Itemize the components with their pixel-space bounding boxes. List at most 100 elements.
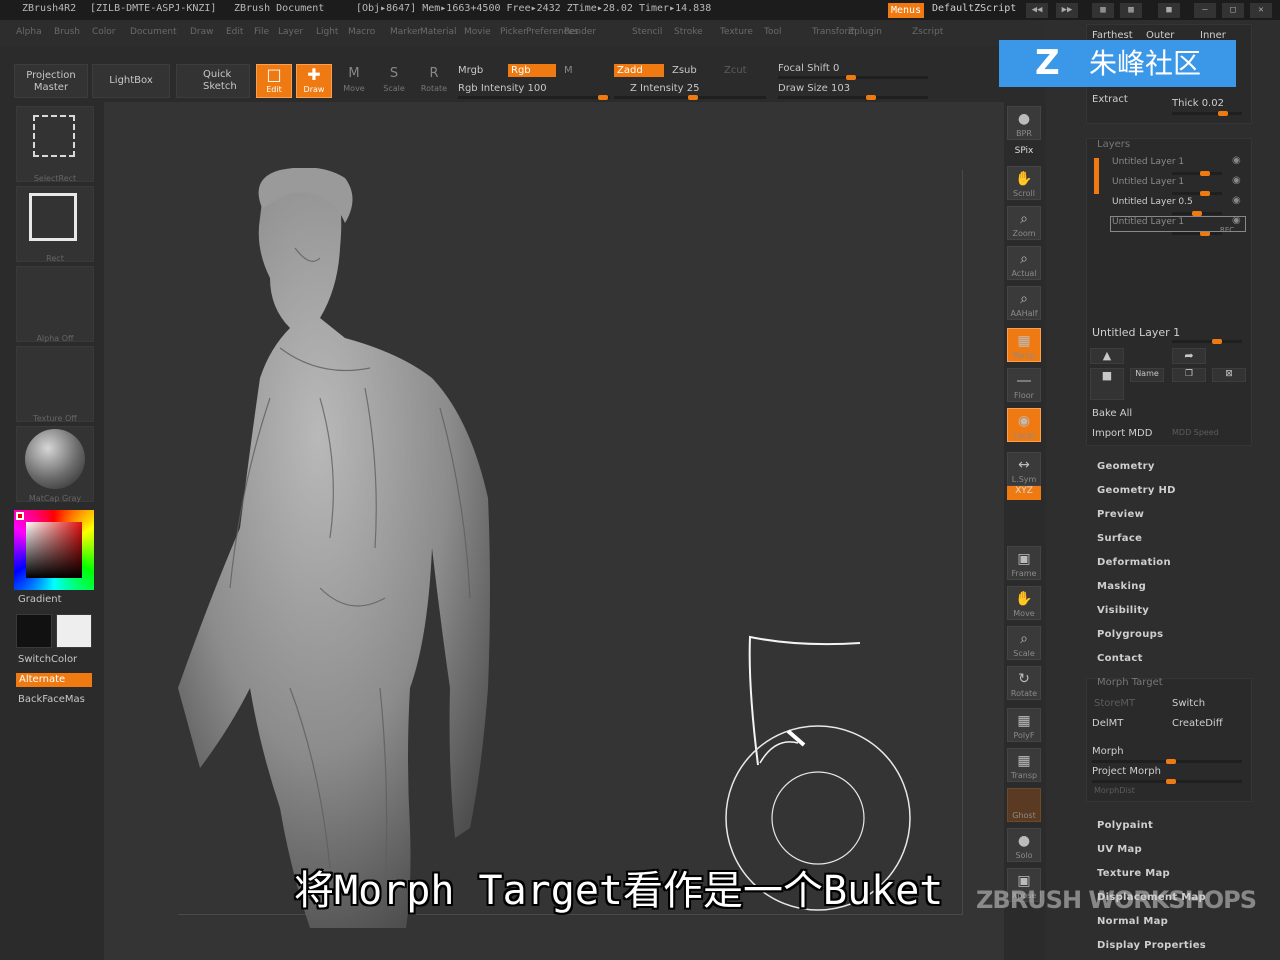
layer-strength-slider[interactable] xyxy=(1172,231,1222,236)
main-color-swatch[interactable] xyxy=(16,614,52,648)
draw-button[interactable]: ✚ Draw xyxy=(296,64,332,98)
layer-row[interactable]: Untitled Layer 0.5 xyxy=(1112,197,1193,207)
shelf-spix-button[interactable]: SPix xyxy=(1007,146,1041,162)
shelf-solo-button[interactable]: ● Solo xyxy=(1007,828,1041,862)
layer-row[interactable]: Untitled Layer 1 xyxy=(1112,177,1184,187)
layout-alt-icon[interactable]: ▩ xyxy=(1120,3,1142,18)
layer-strength-slider[interactable] xyxy=(1172,211,1222,216)
eye-icon[interactable]: ◉ xyxy=(1232,175,1241,186)
menu-item-texture-map[interactable]: Texture Map xyxy=(1097,868,1170,879)
switch-button[interactable]: Switch xyxy=(1172,698,1205,709)
m-toggle[interactable]: M xyxy=(564,65,573,76)
menu-layer[interactable]: Layer xyxy=(278,27,303,37)
eye-icon[interactable]: ◉ xyxy=(1232,155,1241,166)
menu-tool[interactable]: Tool xyxy=(764,27,781,37)
shelf-local-button[interactable]: ◉ Local xyxy=(1007,408,1041,442)
forward-icon[interactable]: ▶▶ xyxy=(1056,3,1078,18)
menu-item-normal-map[interactable]: Normal Map xyxy=(1097,916,1168,927)
rewind-icon[interactable]: ◀◀ xyxy=(1026,3,1048,18)
menu-item-deformation[interactable]: Deformation xyxy=(1097,557,1171,568)
project-morph-button[interactable]: Project Morph xyxy=(1092,766,1161,777)
backface-mask-toggle[interactable]: BackFaceMas xyxy=(18,694,85,705)
layer-up-button[interactable]: ▲ xyxy=(1090,348,1124,364)
shelf-floor-button[interactable]: ― Floor xyxy=(1007,368,1041,402)
project-morph-slider[interactable] xyxy=(1092,779,1242,784)
shelf-aahalf-button[interactable]: ⌕ AAHalf xyxy=(1007,286,1041,320)
ecorche-model[interactable] xyxy=(170,168,510,928)
del-mt-button[interactable]: DelMT xyxy=(1092,718,1123,729)
gradient-label[interactable]: Gradient xyxy=(18,594,62,605)
z-intensity-slider[interactable] xyxy=(614,95,766,100)
menu-marker[interactable]: Marker xyxy=(390,27,421,37)
menu-item-geometry-hd[interactable]: Geometry HD xyxy=(1097,485,1176,496)
layer-name-button[interactable]: Name xyxy=(1130,368,1164,382)
menu-document[interactable]: Document xyxy=(130,27,177,37)
menu-edit[interactable]: Edit xyxy=(226,27,243,37)
layout-icon[interactable]: ▦ xyxy=(1092,3,1114,18)
layer-copy-button[interactable]: ❐ xyxy=(1172,368,1206,382)
store-mt-button[interactable]: StoreMT xyxy=(1094,698,1135,709)
color-square[interactable] xyxy=(26,522,82,578)
zsub-toggle[interactable]: Zsub xyxy=(672,65,697,76)
menu-item-masking[interactable]: Masking xyxy=(1097,581,1146,592)
morph-slider[interactable] xyxy=(1092,759,1242,764)
menu-brush[interactable]: Brush xyxy=(54,27,80,37)
thick-slider[interactable] xyxy=(1172,111,1242,116)
menu-item-uv-map[interactable]: UV Map xyxy=(1097,844,1142,855)
layers-title[interactable]: Layers xyxy=(1097,139,1130,150)
switch-color-button[interactable]: SwitchColor xyxy=(18,654,77,665)
color-picker[interactable] xyxy=(14,510,94,590)
scale-button[interactable]: S Scale xyxy=(378,64,410,98)
shelf-scale-button[interactable]: ⌕ Scale xyxy=(1007,626,1041,660)
shelf-transp-button[interactable]: ▦ Transp xyxy=(1007,748,1041,782)
menu-item-preview[interactable]: Preview xyxy=(1097,509,1144,520)
create-diff-button[interactable]: CreateDiff xyxy=(1172,718,1223,729)
shelf-actual-button[interactable]: ⌕ Actual xyxy=(1007,246,1041,280)
layer-delete-button[interactable]: ■ xyxy=(1090,368,1124,400)
menu-item-contact[interactable]: Contact xyxy=(1097,653,1143,664)
zadd-toggle[interactable]: Zadd xyxy=(614,64,664,77)
projection-master-button[interactable]: Projection Master xyxy=(14,64,88,98)
morph-target-title[interactable]: Morph Target xyxy=(1097,677,1163,688)
shelf-persp-button[interactable]: ▦ Persp xyxy=(1007,328,1041,362)
maximize-icon[interactable]: □ xyxy=(1222,3,1244,18)
rgb-toggle[interactable]: Rgb xyxy=(508,64,556,77)
shelf-rotate-button[interactable]: ↻ Rotate xyxy=(1007,666,1041,700)
shelf-polyf-button[interactable]: ▦ PolyF xyxy=(1007,708,1041,742)
layer-strength-slider[interactable] xyxy=(1172,191,1222,196)
menu-color[interactable]: Color xyxy=(92,27,116,37)
menu-render[interactable]: Render xyxy=(564,27,596,37)
alternate-toggle[interactable]: Alternate xyxy=(16,673,92,687)
menu-item-display-properties[interactable]: Display Properties xyxy=(1097,940,1206,951)
layer-strength-slider[interactable] xyxy=(1172,171,1222,176)
menu-stroke[interactable]: Stroke xyxy=(674,27,703,37)
draw-size-slider[interactable] xyxy=(778,95,928,100)
secondary-color-swatch[interactable] xyxy=(56,614,92,648)
layer-redo-button[interactable]: ➦ xyxy=(1172,348,1206,364)
quick-sketch-button[interactable]: Quick Sketch xyxy=(176,64,250,98)
menu-item-polygroups[interactable]: Polygroups xyxy=(1097,629,1163,640)
menus-button[interactable]: Menus xyxy=(888,3,925,18)
alpha-slot[interactable]: Alpha Off xyxy=(16,266,94,343)
menu-zscript[interactable]: Zscript xyxy=(912,27,943,37)
extract-button[interactable]: Extract xyxy=(1092,94,1128,105)
lock-icon[interactable]: ■ xyxy=(1158,3,1180,18)
shelf-frame-button[interactable]: ▣ Frame xyxy=(1007,546,1041,580)
zcut-toggle[interactable]: Zcut xyxy=(724,65,747,76)
rect-tool[interactable]: Rect xyxy=(16,186,94,263)
texture-slot[interactable]: Texture Off xyxy=(16,346,94,423)
menu-light[interactable]: Light xyxy=(316,27,338,37)
layer-intensity-slider[interactable] xyxy=(1172,339,1242,344)
menu-macro[interactable]: Macro xyxy=(348,27,375,37)
zscript-name[interactable]: DefaultZScript xyxy=(932,3,1016,14)
menu-draw[interactable]: Draw xyxy=(190,27,214,37)
shelf-move-button[interactable]: ✋ Move xyxy=(1007,586,1041,620)
shelf-ghost-button[interactable]: Ghost xyxy=(1007,788,1041,822)
bake-all-button[interactable]: Bake All xyxy=(1092,408,1132,419)
close-icon[interactable]: ✕ xyxy=(1250,3,1272,18)
menu-texture[interactable]: Texture xyxy=(720,27,753,37)
import-mdd-button[interactable]: Import MDD xyxy=(1092,428,1152,439)
eye-icon[interactable]: ◉ xyxy=(1232,195,1241,206)
lightbox-button[interactable]: LightBox xyxy=(92,64,170,98)
menu-item-surface[interactable]: Surface xyxy=(1097,533,1142,544)
